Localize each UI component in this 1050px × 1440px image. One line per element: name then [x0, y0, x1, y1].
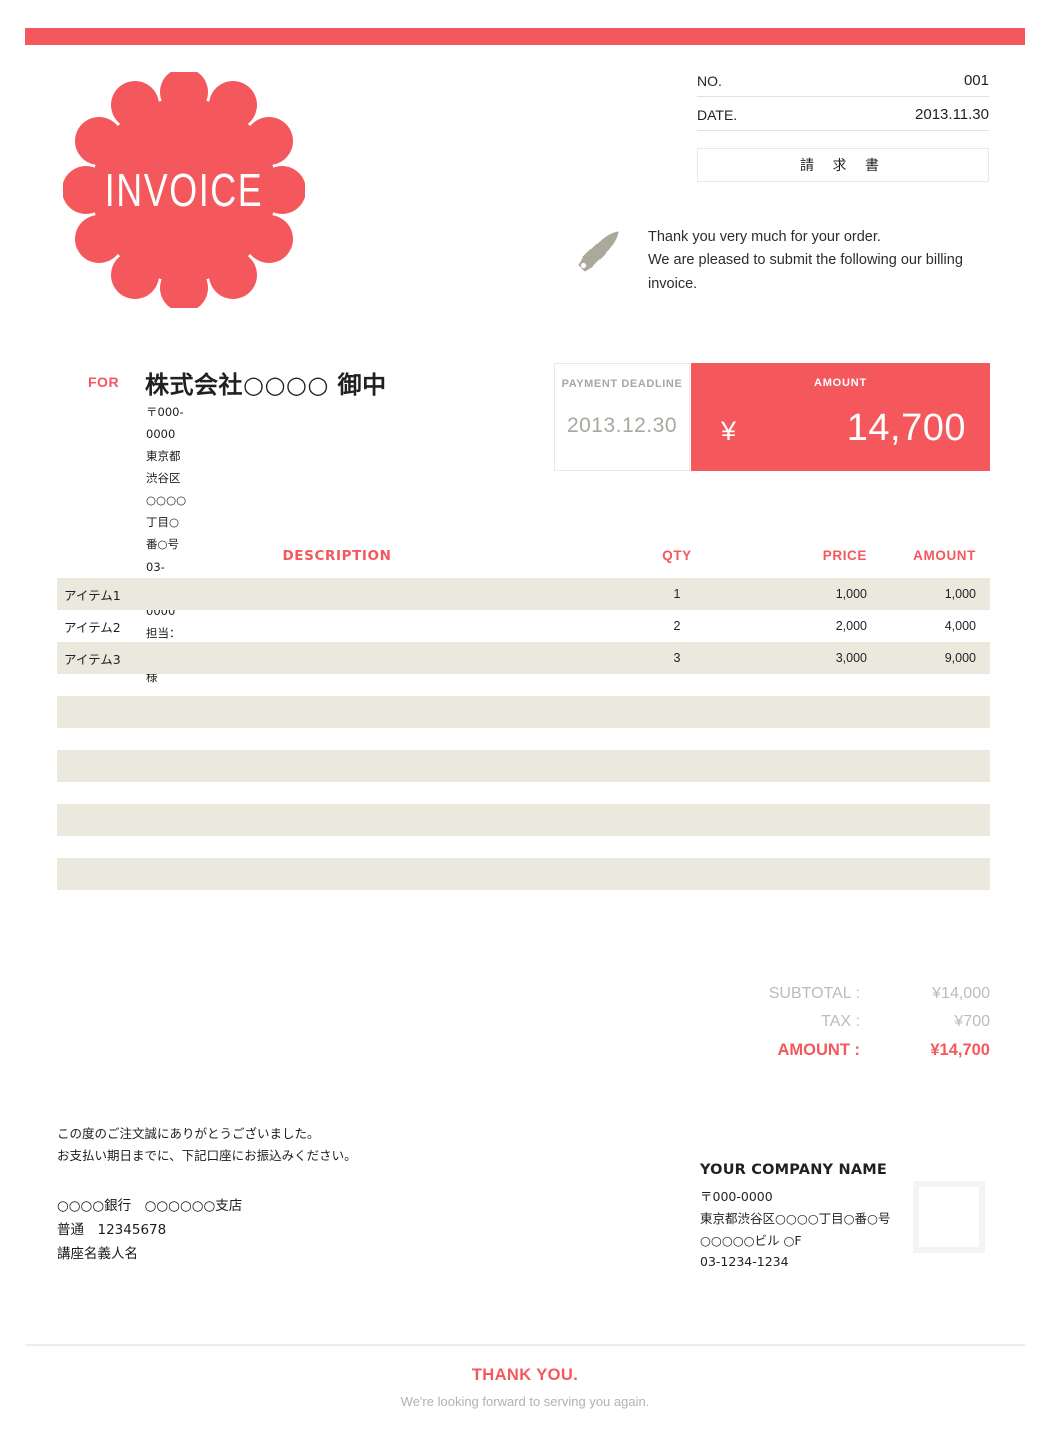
table-gap	[57, 782, 990, 804]
line-items-table: DESCRIPTION QTY PRICE AMOUNT アイテム1 1 1,0…	[57, 548, 990, 890]
cell-amount: 4,000	[944, 619, 976, 633]
cell-description: アイテム2	[64, 619, 121, 635]
tax-label: TAX :	[821, 1013, 860, 1030]
fountain-pen-icon	[578, 231, 619, 272]
totals-block: SUBTOTAL : ¥14,000 TAX : ¥700 AMOUNT : ¥…	[690, 985, 990, 1070]
subtotal-label: SUBTOTAL :	[768, 985, 860, 1002]
intro-note-line-1: Thank you very much for your order.	[648, 229, 881, 245]
total-amount-label: AMOUNT	[813, 377, 868, 389]
invoice-number-row: NO. 001	[697, 72, 989, 97]
billing-summary-band: FOR 株式会社○○○○ 御中 〒000-0000 東京都渋谷区○○○○丁目○番…	[60, 363, 990, 684]
yen-currency-symbol: ¥	[721, 416, 737, 446]
grand-total-value: ¥14,700	[930, 1041, 990, 1059]
invoice-date-value: 2013.11.30	[915, 106, 989, 123]
cell-qty: 2	[673, 619, 681, 633]
bank-message: この度のご注文誠にありがとうございました。 お支払い期日までに、下記口座にお振込…	[57, 1123, 357, 1167]
table-row: アイテム1 1 1,000 1,000	[57, 578, 990, 610]
table-gap	[57, 728, 990, 750]
intro-note-text: Thank you very much for your order. We a…	[648, 226, 1000, 296]
bank-details-block: この度のご注文誠にありがとうございました。 お支払い期日までに、下記口座にお振込…	[57, 1123, 357, 1266]
cell-qty: 3	[673, 651, 681, 665]
column-header-description: DESCRIPTION	[282, 548, 392, 564]
bank-account-line-2: 普通 12345678	[57, 1221, 167, 1238]
top-accent-bar	[25, 28, 1025, 45]
cell-qty: 1	[673, 587, 681, 601]
company-name: YOUR COMPANY NAME	[700, 1162, 887, 1178]
company-details: 〒000-0000 東京都渋谷区○○○○丁目○番○号 ○○○○○ビル ○F 03…	[700, 1186, 890, 1273]
company-postal: 〒000-0000	[700, 1189, 773, 1204]
total-amount-value: 14,700	[846, 407, 966, 449]
document-title-box: 請 求 書	[697, 148, 989, 182]
invoice-date-row: DATE. 2013.11.30	[697, 106, 989, 131]
table-header-row: DESCRIPTION QTY PRICE AMOUNT	[57, 548, 990, 578]
invoice-date-label: DATE.	[697, 107, 738, 123]
invoice-meta: NO. 001 DATE. 2013.11.30	[697, 72, 989, 140]
payment-deadline-box: PAYMENT DEADLINE 2013.12.30	[554, 363, 690, 471]
column-header-amount: AMOUNT	[913, 548, 976, 563]
bank-message-line-2: お支払い期日までに、下記口座にお振込みください。	[57, 1147, 357, 1163]
footer-title: THANK YOU.	[471, 1366, 579, 1384]
payment-deadline-value: 2013.12.30	[566, 414, 678, 437]
table-row: アイテム2 2 2,000 4,000	[57, 610, 990, 642]
footer-subtitle: We're looking forward to serving you aga…	[400, 1394, 650, 1409]
grand-total-row: AMOUNT : ¥14,700	[690, 1041, 990, 1060]
intro-note: Thank you very much for your order. We a…	[570, 222, 1000, 296]
grand-total-label: AMOUNT :	[777, 1041, 860, 1059]
table-row-empty	[57, 858, 990, 890]
table-gap	[57, 836, 990, 858]
table-row: アイテム3 3 3,000 9,000	[57, 642, 990, 674]
table-row-empty	[57, 696, 990, 728]
company-seal-box	[913, 1181, 985, 1253]
payment-deadline-label: PAYMENT DEADLINE	[561, 378, 683, 390]
cell-description: アイテム1	[64, 587, 121, 603]
bank-account-line-1: ○○○○銀行 ○○○○○○支店	[57, 1197, 243, 1214]
document-title: 請 求 書	[800, 158, 886, 174]
company-block: YOUR COMPANY NAME 〒000-0000 東京都渋谷区○○○○丁目…	[700, 1162, 890, 1273]
bank-account: ○○○○銀行 ○○○○○○支店 普通 12345678 講座名義人名	[57, 1194, 357, 1266]
table-row-empty	[57, 804, 990, 836]
tax-row: TAX : ¥700	[690, 1013, 990, 1031]
subtotal-value: ¥14,000	[932, 985, 990, 1002]
bank-account-line-3: 講座名義人名	[57, 1245, 138, 1262]
recipient-address: 東京都渋谷区○○○○丁目○番○号	[146, 449, 187, 552]
cell-amount: 1,000	[944, 587, 976, 601]
column-header-qty: QTY	[662, 548, 692, 563]
company-phone: 03-1234-1234	[700, 1254, 789, 1270]
table-gap	[57, 674, 990, 696]
total-amount-row: ¥ 14,700	[691, 407, 990, 450]
invoice-badge: INVOICE	[63, 72, 305, 308]
total-amount-box: AMOUNT ¥ 14,700	[691, 363, 990, 471]
company-address: 東京都渋谷区○○○○丁目○番○号	[700, 1210, 891, 1226]
invoice-number-value: 001	[963, 72, 989, 89]
intro-note-line-2: We are pleased to submit the following o…	[648, 252, 963, 292]
cell-price: 2,000	[835, 619, 867, 633]
cell-price: 3,000	[835, 651, 867, 665]
bank-message-line-1: この度のご注文誠にありがとうございました。	[57, 1126, 320, 1141]
recipient-for-label: FOR	[88, 374, 120, 390]
invoice-badge-label: INVOICE	[104, 164, 264, 216]
recipient-postal: 〒000-0000	[146, 405, 184, 442]
cell-description: アイテム3	[64, 651, 121, 667]
company-building: ○○○○○ビル ○F	[700, 1232, 802, 1248]
table-row-empty	[57, 750, 990, 782]
footer-divider	[25, 1344, 1025, 1346]
recipient-name: 株式会社○○○○ 御中	[145, 371, 387, 399]
subtotal-row: SUBTOTAL : ¥14,000	[690, 985, 990, 1003]
cell-amount: 9,000	[944, 651, 976, 665]
invoice-number-label: NO.	[697, 73, 722, 89]
column-header-price: PRICE	[822, 548, 867, 563]
footer: THANK YOU. We're looking forward to serv…	[0, 1366, 1050, 1409]
tax-value: ¥700	[954, 1013, 990, 1030]
cell-price: 1,000	[835, 587, 867, 601]
